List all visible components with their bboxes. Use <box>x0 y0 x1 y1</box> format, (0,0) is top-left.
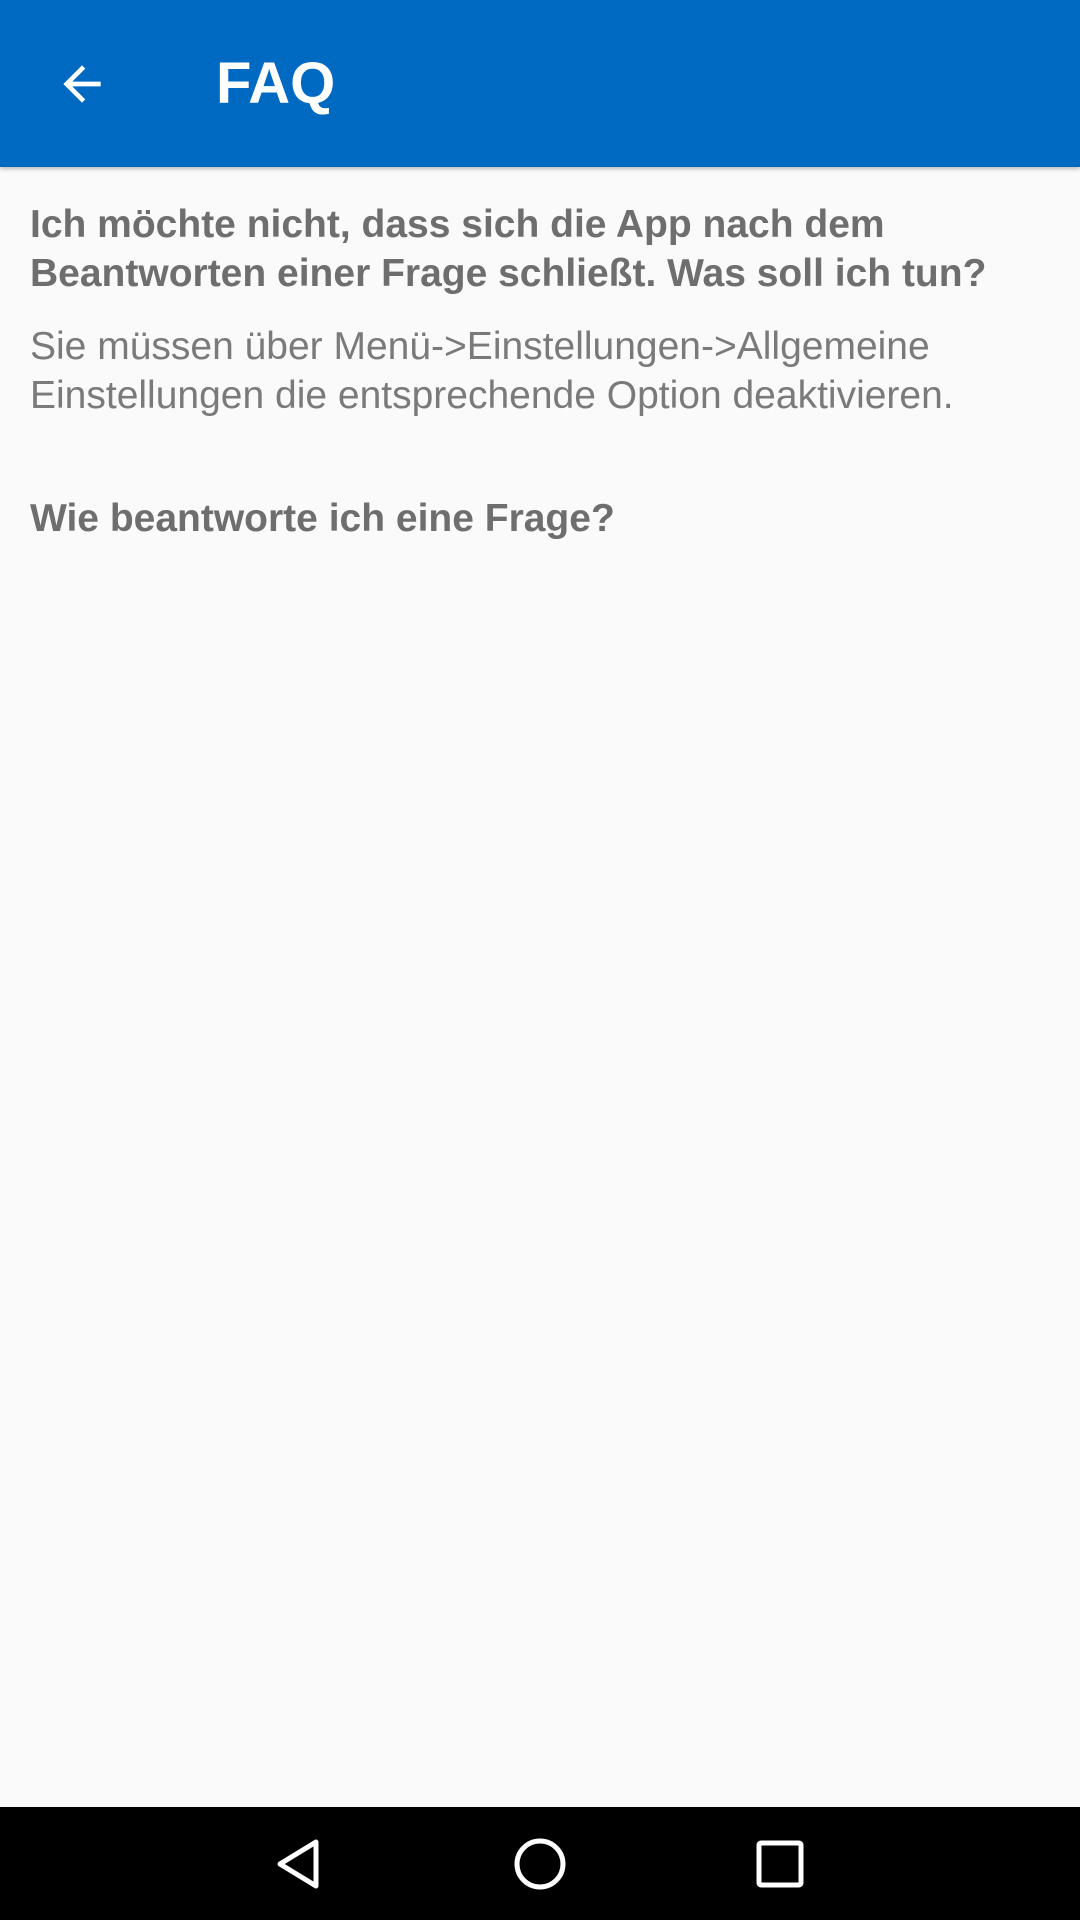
triangle-back-icon <box>277 1839 319 1888</box>
circle-home-icon <box>514 1838 566 1889</box>
system-navigation-bar <box>0 1807 1080 1920</box>
page-title: FAQ <box>216 51 336 116</box>
faq-question[interactable]: Ich möchte nicht, dass sich die App nach… <box>30 200 1050 298</box>
back-button[interactable] <box>30 32 134 136</box>
nav-recents-button[interactable] <box>710 1807 850 1920</box>
square-recents-icon <box>756 1840 804 1887</box>
nav-back-button[interactable] <box>230 1807 370 1920</box>
nav-home-button[interactable] <box>470 1807 610 1920</box>
arrow-left-icon <box>63 65 101 103</box>
faq-item: Ich möchte nicht, dass sich die App nach… <box>30 200 1050 420</box>
faq-list: Ich möchte nicht, dass sich die App nach… <box>30 200 1050 617</box>
faq-question[interactable]: Wie beantworte ich eine Frage? <box>30 494 1050 543</box>
faq-item: Wie beantworte ich eine Frage? <box>30 494 1050 543</box>
faq-answer: Sie müssen über Menü->Einstellungen->All… <box>30 325 954 417</box>
app-bar: FAQ <box>0 0 1080 167</box>
